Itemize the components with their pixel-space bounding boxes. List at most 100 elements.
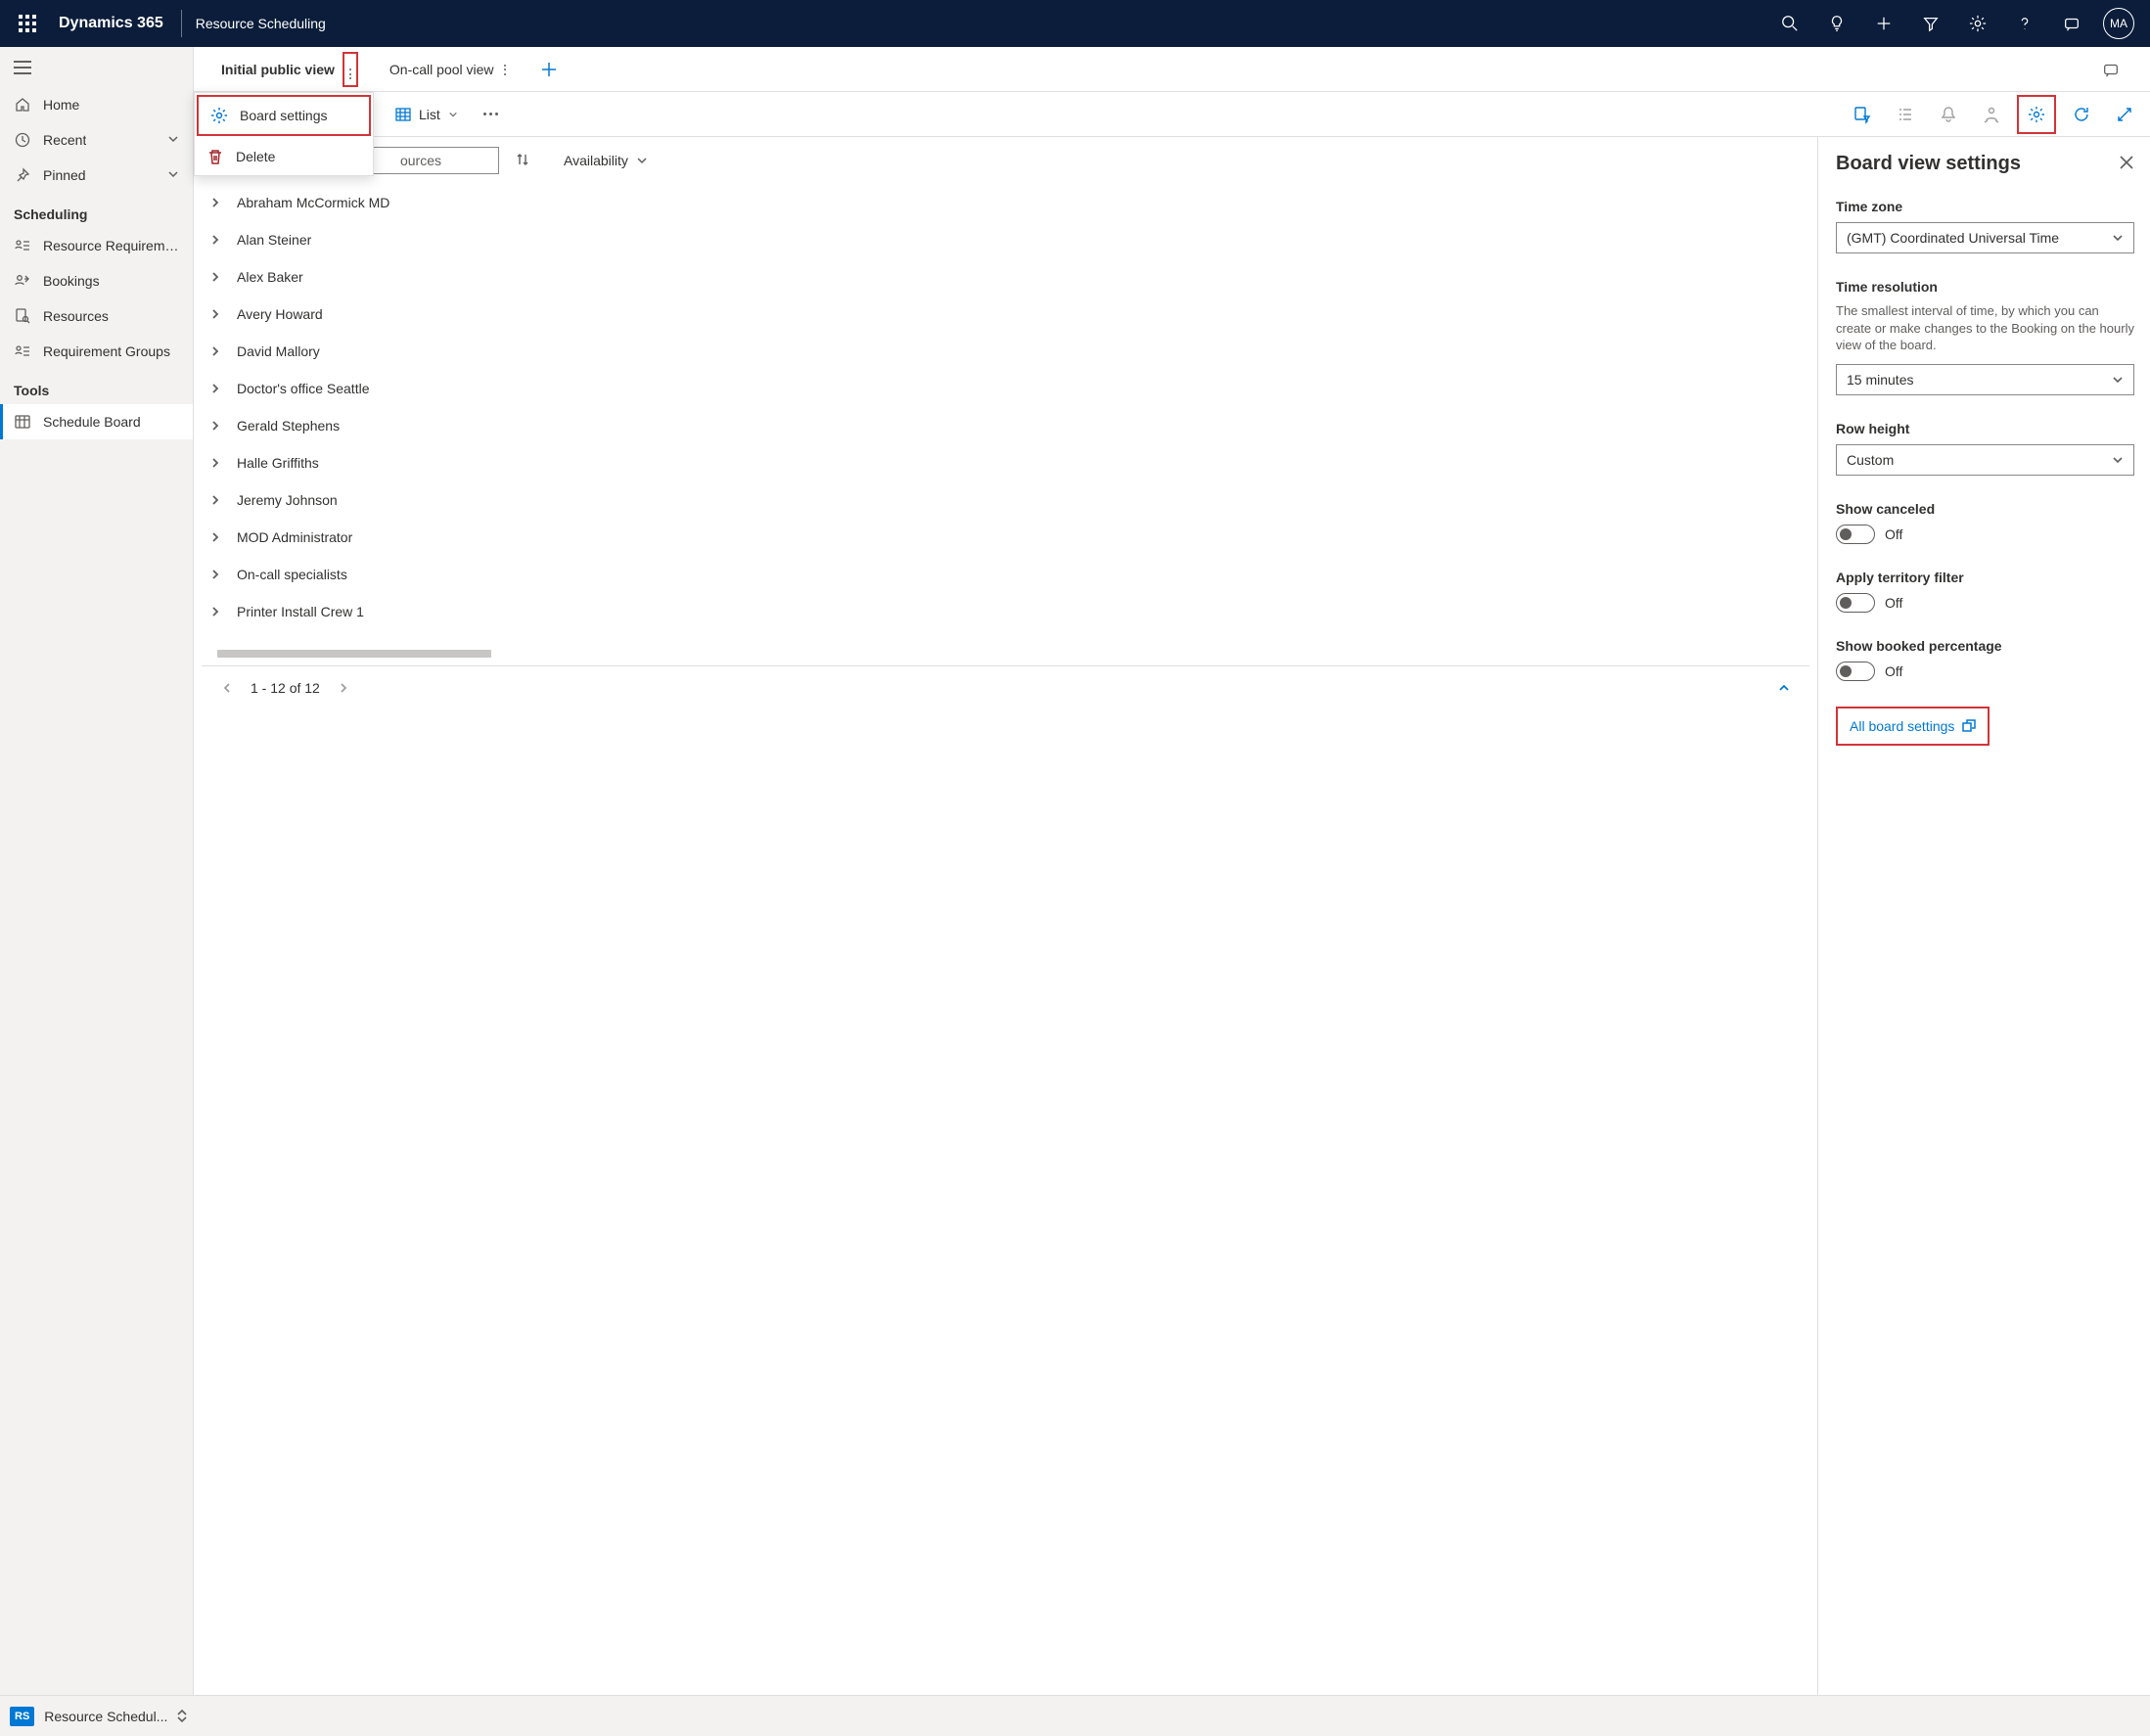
refresh-icon[interactable] xyxy=(2064,97,2099,132)
tab-on-call-pool-view[interactable]: On-call pool view xyxy=(388,50,510,88)
resource-row[interactable]: Jeremy Johnson xyxy=(202,481,1809,519)
lightbulb-icon[interactable] xyxy=(1813,0,1860,47)
resource-name: Alex Baker xyxy=(237,269,303,285)
app-area-label[interactable]: Resource Schedul... xyxy=(44,1709,167,1724)
expand-icon[interactable] xyxy=(2107,97,2142,132)
resource-row[interactable]: Printer Install Crew 1 xyxy=(202,593,1809,630)
expand-chevron-icon[interactable] xyxy=(207,343,223,359)
pager-next-button[interactable] xyxy=(330,674,357,702)
left-nav: Home Recent Pinned Scheduling Resource R… xyxy=(0,47,194,1695)
booked-pct-toggle[interactable] xyxy=(1836,662,1875,681)
resource-row[interactable]: Alex Baker xyxy=(202,258,1809,296)
help-icon[interactable] xyxy=(2001,0,2048,47)
app-launcher-icon[interactable] xyxy=(8,0,47,47)
app-area-badge[interactable]: RS xyxy=(10,1707,34,1726)
availability-button[interactable]: Availability xyxy=(564,153,648,168)
territory-filter-toggle[interactable] xyxy=(1836,593,1875,613)
resource-name: Gerald Stephens xyxy=(237,418,340,434)
nav-resources[interactable]: Resources xyxy=(0,298,193,334)
highlight-box xyxy=(343,52,358,87)
nav-bookings[interactable]: Bookings xyxy=(0,263,193,298)
assistant-icon[interactable] xyxy=(2048,0,2095,47)
filter-icon[interactable] xyxy=(1907,0,1954,47)
area-switcher-icon[interactable] xyxy=(177,1710,187,1722)
pager-text: 1 - 12 of 12 xyxy=(251,680,320,696)
resource-row[interactable]: Abraham McCormick MD xyxy=(202,184,1809,221)
board-settings-gear-icon[interactable] xyxy=(2019,97,2054,132)
nav-requirement-groups[interactable]: Requirement Groups xyxy=(0,334,193,369)
link-label: All board settings xyxy=(1850,718,1954,734)
nav-schedule-board[interactable]: Schedule Board xyxy=(0,404,193,439)
toggle-state: Off xyxy=(1885,526,1902,542)
page-search-icon xyxy=(14,307,31,325)
all-board-settings-link[interactable]: All board settings xyxy=(1838,708,1988,744)
pager-prev-button[interactable] xyxy=(213,674,241,702)
resource-row[interactable]: Avery Howard xyxy=(202,296,1809,333)
expand-chevron-icon[interactable] xyxy=(207,418,223,434)
resource-row[interactable]: Doctor's office Seattle xyxy=(202,370,1809,407)
expand-chevron-icon[interactable] xyxy=(207,567,223,582)
gear-icon[interactable] xyxy=(1954,0,2001,47)
view-list-button[interactable]: List xyxy=(386,101,468,128)
resource-row[interactable]: Halle Griffiths xyxy=(202,444,1809,481)
sort-icon[interactable] xyxy=(515,152,530,170)
avatar[interactable]: MA xyxy=(2103,8,2134,39)
add-tab-button[interactable] xyxy=(531,52,567,87)
tab-more-icon[interactable] xyxy=(347,67,353,81)
pager-row: 1 - 12 of 12 xyxy=(202,665,1809,708)
alerts-icon[interactable] xyxy=(1931,97,1966,132)
clock-icon xyxy=(14,131,31,149)
search-icon[interactable] xyxy=(1766,0,1813,47)
tab-more-icon[interactable] xyxy=(502,63,508,77)
show-canceled-toggle[interactable] xyxy=(1836,525,1875,544)
resource-row[interactable]: MOD Administrator xyxy=(202,519,1809,556)
close-icon[interactable] xyxy=(2119,155,2134,173)
time-resolution-select[interactable]: 15 minutes xyxy=(1836,364,2134,395)
resource-row[interactable]: David Mallory xyxy=(202,333,1809,370)
menu-board-settings[interactable]: Board settings xyxy=(199,97,369,134)
expand-chevron-icon[interactable] xyxy=(207,455,223,471)
map-person-icon[interactable] xyxy=(1974,97,2009,132)
nav-label: Resource Requireme... xyxy=(43,238,179,253)
app-title: Resource Scheduling xyxy=(196,16,326,31)
filter-board-icon[interactable] xyxy=(1845,97,1880,132)
list-details-icon[interactable] xyxy=(1888,97,1923,132)
assistant-panel-icon[interactable] xyxy=(2087,46,2134,93)
expand-chevron-icon[interactable] xyxy=(207,529,223,545)
resource-row[interactable]: Alan Steiner xyxy=(202,221,1809,258)
nav-collapse-icon[interactable] xyxy=(0,51,193,87)
nav-label: Bookings xyxy=(43,273,100,289)
header-divider xyxy=(181,10,182,37)
nav-home[interactable]: Home xyxy=(0,87,193,122)
menu-delete[interactable]: Delete xyxy=(195,138,373,175)
expand-chevron-icon[interactable] xyxy=(207,232,223,248)
expand-chevron-icon[interactable] xyxy=(207,306,223,322)
nav-resource-requirements[interactable]: Resource Requireme... xyxy=(0,228,193,263)
view-label: List xyxy=(419,107,440,122)
timezone-select[interactable]: (GMT) Coordinated Universal Time xyxy=(1836,222,2134,253)
expand-chevron-icon[interactable] xyxy=(207,269,223,285)
resource-row[interactable]: On-call specialists xyxy=(202,556,1809,593)
expand-chevron-icon[interactable] xyxy=(207,381,223,396)
nav-label: Home xyxy=(43,97,79,113)
expand-chevron-icon[interactable] xyxy=(207,492,223,508)
resource-name: Avery Howard xyxy=(237,306,323,322)
gear-icon xyxy=(210,107,228,124)
resource-row[interactable]: Gerald Stephens xyxy=(202,407,1809,444)
resource-name: Alan Steiner xyxy=(237,232,311,248)
expand-chevron-icon[interactable] xyxy=(207,195,223,210)
nav-recent[interactable]: Recent xyxy=(0,122,193,158)
chevron-down-icon xyxy=(167,167,179,183)
horizontal-scrollbar[interactable] xyxy=(217,650,491,658)
toolbar-more-icon[interactable] xyxy=(476,105,506,123)
plus-icon[interactable] xyxy=(1860,0,1907,47)
row-height-select[interactable]: Custom xyxy=(1836,444,2134,476)
toolbar-row: List xyxy=(194,92,2150,137)
pager-collapse-icon[interactable] xyxy=(1770,674,1798,702)
show-canceled-label: Show canceled xyxy=(1836,501,2134,517)
tab-initial-public-view[interactable]: Initial public view xyxy=(219,40,360,98)
nav-pinned[interactable]: Pinned xyxy=(0,158,193,193)
time-resolution-help: The smallest interval of time, by which … xyxy=(1836,302,2134,354)
expand-chevron-icon[interactable] xyxy=(207,604,223,619)
product-title[interactable]: Dynamics 365 xyxy=(47,15,175,32)
